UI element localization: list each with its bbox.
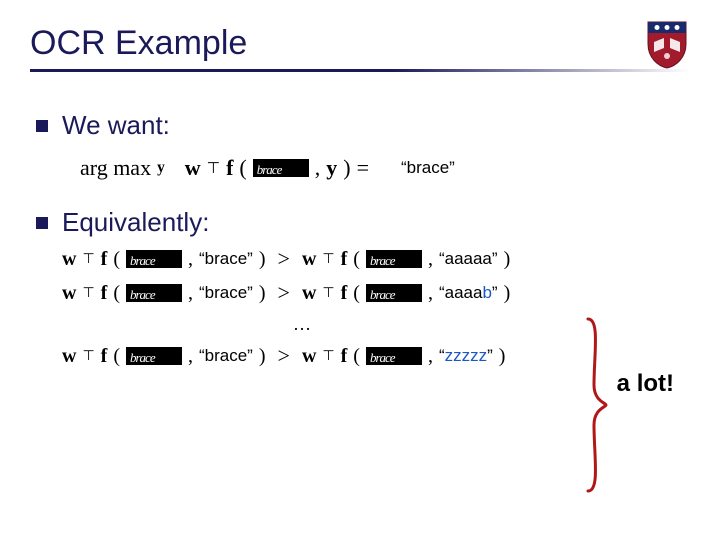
rparen-text: ) (504, 248, 511, 271)
feature-fn: f (101, 345, 108, 368)
transpose: ⊤ (322, 285, 334, 302)
y-var: y (326, 155, 337, 181)
rparen-text: ) (259, 345, 266, 368)
transpose: ⊤ (82, 285, 94, 302)
lhs-word: “brace” (199, 249, 253, 269)
lparen-text: ( (353, 248, 360, 271)
handwriting-image-icon: brace (366, 250, 422, 268)
rhs-word-1: “aaaaa” (439, 249, 498, 269)
feature-fn: f (101, 248, 108, 271)
comma-text: , (315, 155, 321, 181)
handwriting-image-icon: brace (366, 284, 422, 302)
feature-fn: f (341, 282, 348, 305)
handwriting-image-icon: brace (126, 250, 182, 268)
result-word: “brace” (401, 158, 455, 178)
rparen-text: ) (504, 282, 511, 305)
handwriting-image-icon: brace (126, 347, 182, 365)
comma-text: , (188, 248, 193, 271)
rparen-text: ) (259, 248, 266, 271)
w-vector: w (62, 282, 76, 305)
inequality-row-2: w⊤ f ( brace , “brace” ) > w⊤ f ( brace … (62, 280, 690, 306)
feature-fn: f (101, 282, 108, 305)
feature-fn: f (341, 248, 348, 271)
comma-text: , (428, 282, 433, 305)
gt-symbol: > (272, 343, 296, 369)
w-vector: w (62, 345, 76, 368)
equals-text: = (357, 155, 369, 181)
lhs-word: “brace” (199, 283, 253, 303)
bullet-equivalently: Equivalently: (36, 207, 690, 238)
inequality-row-1: w⊤ f ( brace , “brace” ) > w⊤ f ( brace … (62, 246, 690, 272)
lhs-word: “brace” (199, 346, 253, 366)
equation-argmax: arg max y w ⊤ f ( brace , y ) = “brace” (80, 155, 690, 181)
argmax-text: arg max (80, 155, 151, 181)
comma-text: , (428, 248, 433, 271)
handwriting-image-icon: brace (126, 284, 182, 302)
rhs-word-2: “aaaab” (439, 283, 498, 303)
feature-fn: f (226, 155, 233, 181)
w-vector: w (62, 248, 76, 271)
transpose: ⊤ (207, 159, 220, 178)
lparen-text: ( (113, 345, 120, 368)
lparen-text: ( (239, 155, 246, 181)
penn-crest-icon (644, 18, 690, 75)
bullet-we-want: We want: (36, 110, 690, 141)
rhs-word-3: “zzzzz” (439, 346, 493, 366)
lparen-text: ( (113, 282, 120, 305)
annotation-a-lot: a lot! (617, 370, 674, 398)
transpose: ⊤ (322, 348, 334, 365)
transpose: ⊤ (322, 251, 334, 268)
w-vector: w (302, 282, 316, 305)
handwriting-image-icon: brace (366, 347, 422, 365)
slide-title: OCR Example (0, 0, 720, 69)
lparen-text: ( (113, 248, 120, 271)
gt-symbol: > (272, 246, 296, 272)
comma-text: , (188, 345, 193, 368)
argmax-subscript-y: y (157, 159, 165, 177)
ellipsis: … (62, 314, 542, 335)
lparen-text: ( (353, 345, 360, 368)
bullet-text: We want: (62, 110, 170, 141)
transpose: ⊤ (82, 348, 94, 365)
rparen-text: ) (499, 345, 506, 368)
w-vector: w (302, 248, 316, 271)
w-vector: w (302, 345, 316, 368)
comma-text: , (428, 345, 433, 368)
rparen-text: ) (259, 282, 266, 305)
curly-bracket-icon (580, 315, 610, 500)
rparen-text: ) (343, 155, 350, 181)
bullet-icon (36, 120, 48, 132)
bullet-text: Equivalently: (62, 207, 209, 238)
handwriting-image-icon: brace (253, 159, 309, 177)
w-vector: w (185, 155, 201, 181)
bullet-icon (36, 217, 48, 229)
lparen-text: ( (353, 282, 360, 305)
gt-symbol: > (272, 280, 296, 306)
feature-fn: f (341, 345, 348, 368)
transpose: ⊤ (82, 251, 94, 268)
slide-body: We want: arg max y w ⊤ f ( brace , y ) = “… (0, 72, 720, 369)
comma-text: , (188, 282, 193, 305)
